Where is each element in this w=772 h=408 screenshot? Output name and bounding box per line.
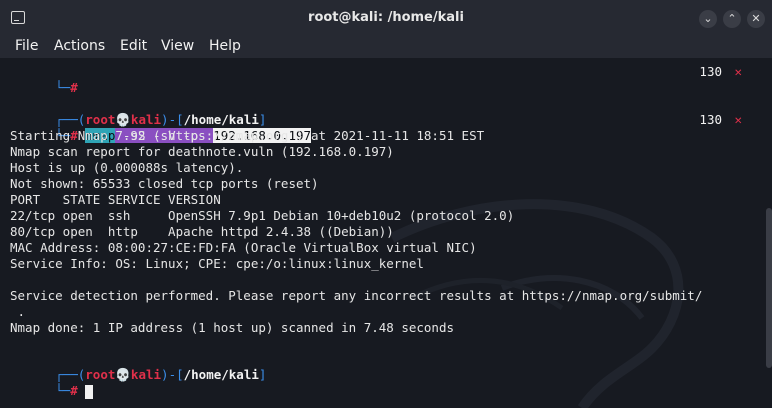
output-line: Service detection performed. Please repo…: [10, 288, 703, 303]
output-line: 80/tcp open http Apache httpd 2.4.38 ((D…: [10, 224, 394, 239]
output-line: Host is up (0.000088s latency).: [10, 160, 244, 175]
prompt-path: /home/kali: [183, 367, 259, 382]
menu-edit[interactable]: Edit: [120, 38, 147, 54]
menu-bar: File Actions Edit View Help: [0, 36, 772, 58]
hash-prefix: └─: [55, 383, 71, 398]
command-line: └─# nmap -sS -sV -p- 192.168.0.197: [10, 112, 312, 143]
output-line: Starting Nmap 7.92 ( https://nmap.org ) …: [10, 128, 485, 143]
output-line: Nmap scan report for deathnote.vuln (192…: [10, 144, 394, 159]
window-title: root@kali: /home/kali: [308, 10, 464, 25]
menu-file[interactable]: File: [15, 38, 38, 54]
terminal-output[interactable]: └─# 130 ✕ ┌──(root💀kali)-[/home/kali] └─…: [0, 58, 772, 408]
prev-exit-status: 130: [699, 64, 722, 79]
close-button[interactable]: ✕: [747, 10, 765, 28]
input-line[interactable]: └─#: [10, 367, 94, 399]
title-bar: root@kali: /home/kali ⌄ ⌃ ✕: [0, 0, 772, 36]
terminal-window: root@kali: /home/kali ⌄ ⌃ ✕ File Actions…: [0, 0, 772, 408]
command-exit-status-icon: ✕: [734, 112, 742, 127]
output-line: Nmap done: 1 IP address (1 host up) scan…: [10, 320, 455, 335]
prompt-sep: )-[: [161, 367, 184, 382]
text-cursor: [85, 384, 94, 399]
menu-help[interactable]: Help: [209, 38, 241, 54]
prev-prompt-line: └─#: [10, 64, 78, 95]
prev-hash-prefix: └─: [55, 80, 71, 95]
menu-view[interactable]: View: [161, 38, 194, 54]
output-line: PORT STATE SERVICE VERSION: [10, 192, 221, 207]
hash: #: [70, 383, 78, 398]
prompt-user: root💀kali: [85, 367, 162, 382]
command-exit-status: 130: [699, 112, 722, 127]
menu-actions[interactable]: Actions: [54, 38, 105, 54]
prev-hash: #: [70, 80, 78, 95]
scrollbar[interactable]: [766, 208, 772, 368]
prompt-close: ]: [258, 367, 267, 382]
output-line: 22/tcp open ssh OpenSSH 7.9p1 Debian 10+…: [10, 208, 515, 223]
output-line: MAC Address: 08:00:27:CE:FD:FA (Oracle V…: [10, 240, 477, 255]
output-line: Service Info: OS: Linux; CPE: cpe:/o:lin…: [10, 256, 424, 271]
output-line: Not shown: 65533 closed tcp ports (reset…: [10, 176, 319, 191]
maximize-button[interactable]: ⌃: [723, 10, 741, 28]
output-line: .: [10, 304, 26, 319]
prev-exit-status-icon: ✕: [734, 64, 742, 79]
prompt-line-1: ┌──(root💀kali)-[/home/kali]: [10, 96, 266, 127]
prompt-line-2: ┌──(root💀kali)-[/home/kali]: [10, 351, 266, 382]
minimize-button[interactable]: ⌄: [699, 10, 717, 28]
